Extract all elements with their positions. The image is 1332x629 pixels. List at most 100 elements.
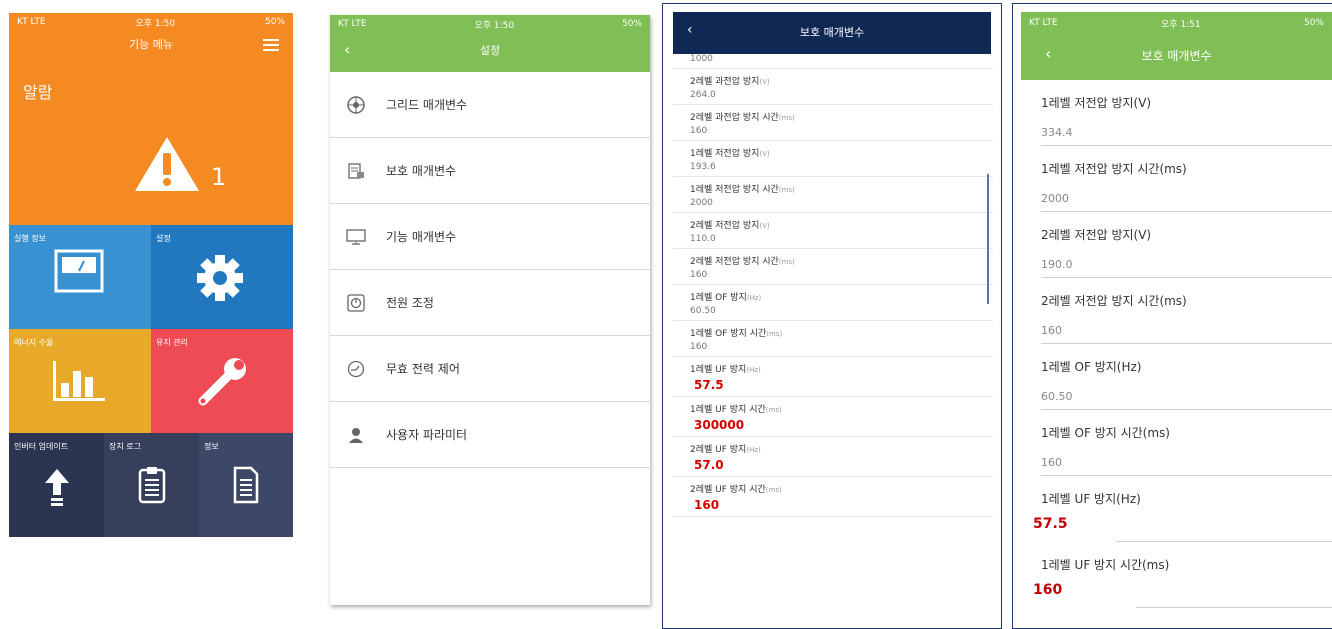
list-item[interactable]: 1레벨 UF 방지 시간(ms) 160 (1021, 542, 1332, 608)
list-item[interactable]: 1레벨 저전압 방지(V) 334.4 (1021, 80, 1332, 146)
param-label: 1레벨 UF 방지 시간(ms) (1041, 558, 1170, 572)
param-value: 264.0 (690, 90, 716, 100)
menu-item-power-adjust[interactable]: 전원 조정 (330, 270, 650, 336)
param-value: 160 (1041, 456, 1062, 469)
list-item[interactable]: 2레벨 저전압 방지(V) 110.0 (673, 213, 993, 249)
list-item[interactable]: 1레벨 저전압 방지 시간(ms) 2000 (673, 177, 993, 213)
menu-item-label: 사용자 파라미터 (386, 428, 468, 442)
param-list[interactable]: 1레벨 저전압 방지(V) 334.4 1레벨 저전압 방지 시간(ms) 2000 2… (1021, 80, 1332, 608)
menu-item-protection-params[interactable]: 보호 매개변수 (330, 138, 650, 204)
carrier-label: KT LTE (338, 19, 367, 29)
param-label: 1레벨 OF 방지(Hz) (690, 285, 993, 303)
phone-protection-params-detail: KT LTE 오후 1:51 50% ‹ 보호 매개변수 1레벨 저전압 방지(… (1012, 3, 1332, 629)
list-item[interactable]: 2레벨 과전압 방지(V) 264.0 (673, 69, 993, 105)
menu-item-label: 보호 매개변수 (386, 164, 457, 178)
list-item[interactable]: 1레벨 OF 방지 시간(ms) 160 (1021, 410, 1332, 476)
tile-settings[interactable]: 설정 (151, 225, 293, 329)
clipboard-icon (138, 467, 166, 504)
tile-label: 장치 로그 (109, 442, 141, 451)
list-item[interactable]: 1레벨 UF 방지 시간(ms) 300000 (673, 397, 993, 437)
alarm-panel[interactable]: KT LTE 오후 1:50 50% 기능 메뉴 알람 1 (9, 13, 293, 225)
tile-info[interactable]: 정보 (199, 433, 293, 537)
param-value: 57.0 (694, 458, 724, 472)
param-label-text: 2레벨 UF 방지 시간 (690, 485, 766, 495)
param-value: 60.50 (690, 306, 716, 316)
param-value: 160 (690, 126, 708, 136)
param-value: 160 (1033, 582, 1063, 598)
param-label: 2레벨 저전압 방지 시간(ms) (690, 249, 993, 267)
param-unit: (Hz) (746, 294, 762, 302)
list-item[interactable]: 1레벨 UF 방지(Hz) 57.5 (673, 357, 993, 397)
battery-label: 50% (264, 17, 285, 27)
tile-device-log[interactable]: 장치 로그 (104, 433, 199, 537)
menu-item-user-params[interactable]: 사용자 파라미터 (330, 402, 650, 468)
param-value: 1000 (690, 54, 713, 64)
list-item[interactable]: 1레벨 OF 방지 시간(ms) 160 (673, 321, 993, 357)
param-list[interactable]: 1000 2레벨 과전압 방지(V) 264.0 2레벨 과전압 방지 시간(ms)… (673, 54, 993, 517)
list-item[interactable]: 2레벨 UF 방지(Hz) 57.0 (673, 437, 993, 477)
param-label: 1레벨 OF 방지 시간(ms) (690, 321, 993, 339)
param-value: 57.5 (1033, 516, 1068, 532)
divider (1136, 607, 1332, 608)
meter-icon (54, 249, 104, 293)
back-chevron-icon[interactable]: ‹ (687, 22, 693, 38)
param-label: 2레벨 과전압 방지 시간(ms) (690, 105, 993, 123)
list-item[interactable]: 1레벨 UF 방지(Hz) 57.5 (1021, 476, 1332, 542)
param-label-text: 1레벨 UF 방지 시간 (690, 405, 766, 415)
alarm-label: 알람 (23, 83, 53, 102)
param-label: 1레벨 저전압 방지 시간(ms) (1041, 162, 1187, 176)
page-title: 보호 매개변수 (1141, 49, 1212, 63)
tile-label: 에너지 수율 (14, 338, 54, 347)
scrollbar[interactable] (987, 174, 989, 304)
param-label: 1레벨 저전압 방지(V) (690, 141, 993, 159)
header: 기능 메뉴 (9, 31, 293, 59)
param-label-text: 2레벨 과전압 방지 (690, 77, 760, 87)
param-value: 300000 (694, 418, 745, 432)
param-label-text: 1레벨 OF 방지 시간 (690, 329, 767, 339)
status-bar: KT LTE 오후 1:50 50% (330, 15, 650, 33)
param-label: 2레벨 UF 방지 시간(ms) (690, 477, 993, 495)
phone-settings: KT LTE 오후 1:50 50% ‹ 설정 그리드 매개변수 보호 매개변수… (330, 15, 650, 605)
tile-energy-yield[interactable]: 에너지 수율 (9, 329, 151, 433)
list-item[interactable]: 2레벨 저전압 방지(V) 190.0 (1021, 212, 1332, 278)
tile-run-info[interactable]: 실행 정보 (9, 225, 151, 329)
list-item[interactable]: 1레벨 OF 방지(Hz) 60.50 (1021, 344, 1332, 410)
wrench-icon (198, 358, 246, 406)
list-item[interactable]: 1레벨 저전압 방지 시간(ms) 2000 (1021, 146, 1332, 212)
param-label: 1레벨 UF 방지(Hz) (690, 357, 993, 375)
param-label: 1레벨 UF 방지 시간(ms) (690, 397, 993, 415)
list-item[interactable]: 1000 (673, 54, 993, 69)
param-unit: (ms) (765, 486, 782, 494)
list-item[interactable]: 1레벨 저전압 방지(V) 193.6 (673, 141, 993, 177)
param-label-text: 2레벨 저전압 방지 (690, 221, 760, 231)
param-value: 2000 (1041, 192, 1069, 205)
power-adjust-icon (346, 293, 366, 313)
reactive-power-icon (346, 359, 366, 379)
tile-label: 인버터 업데이트 (14, 442, 69, 451)
list-item[interactable]: 2레벨 저전압 방지 시간(ms) 160 (1021, 278, 1332, 344)
list-item[interactable]: 1레벨 OF 방지(Hz) 60.50 (673, 285, 993, 321)
page-title: 설정 (479, 44, 501, 57)
param-unit: (V) (759, 150, 770, 158)
menu-item-function-params[interactable]: 기능 매개변수 (330, 204, 650, 270)
page-title: 보호 매개변수 (799, 26, 865, 39)
hamburger-menu-icon[interactable] (263, 39, 279, 54)
bar-chart-icon (53, 361, 105, 401)
list-item[interactable]: 2레벨 저전압 방지 시간(ms) 160 (673, 249, 993, 285)
page-title: 기능 메뉴 (129, 38, 173, 51)
param-label-text: 1레벨 UF 방지 (690, 365, 747, 375)
tile-maintenance[interactable]: 유지 관리 (151, 329, 293, 433)
param-label: 1레벨 OF 방지(Hz) (1041, 360, 1142, 374)
param-value: 160 (694, 498, 720, 512)
list-item[interactable]: 2레벨 UF 방지 시간(ms) 160 (673, 477, 993, 517)
menu-item-label: 무효 전력 제어 (386, 362, 460, 376)
list-item[interactable]: 2레벨 과전압 방지 시간(ms) 160 (673, 105, 993, 141)
param-unit: (Hz) (746, 446, 761, 454)
tile-inverter-update[interactable]: 인버터 업데이트 (9, 433, 104, 537)
param-label: 1레벨 저전압 방지 시간(ms) (690, 177, 993, 195)
menu-item-grid-params[interactable]: 그리드 매개변수 (330, 72, 650, 138)
status-bar: KT LTE 오후 1:51 50% (1021, 12, 1332, 34)
menu-item-reactive-power[interactable]: 무효 전력 제어 (330, 336, 650, 402)
param-unit: (ms) (765, 406, 782, 414)
menu-item-label: 기능 매개변수 (386, 230, 457, 244)
